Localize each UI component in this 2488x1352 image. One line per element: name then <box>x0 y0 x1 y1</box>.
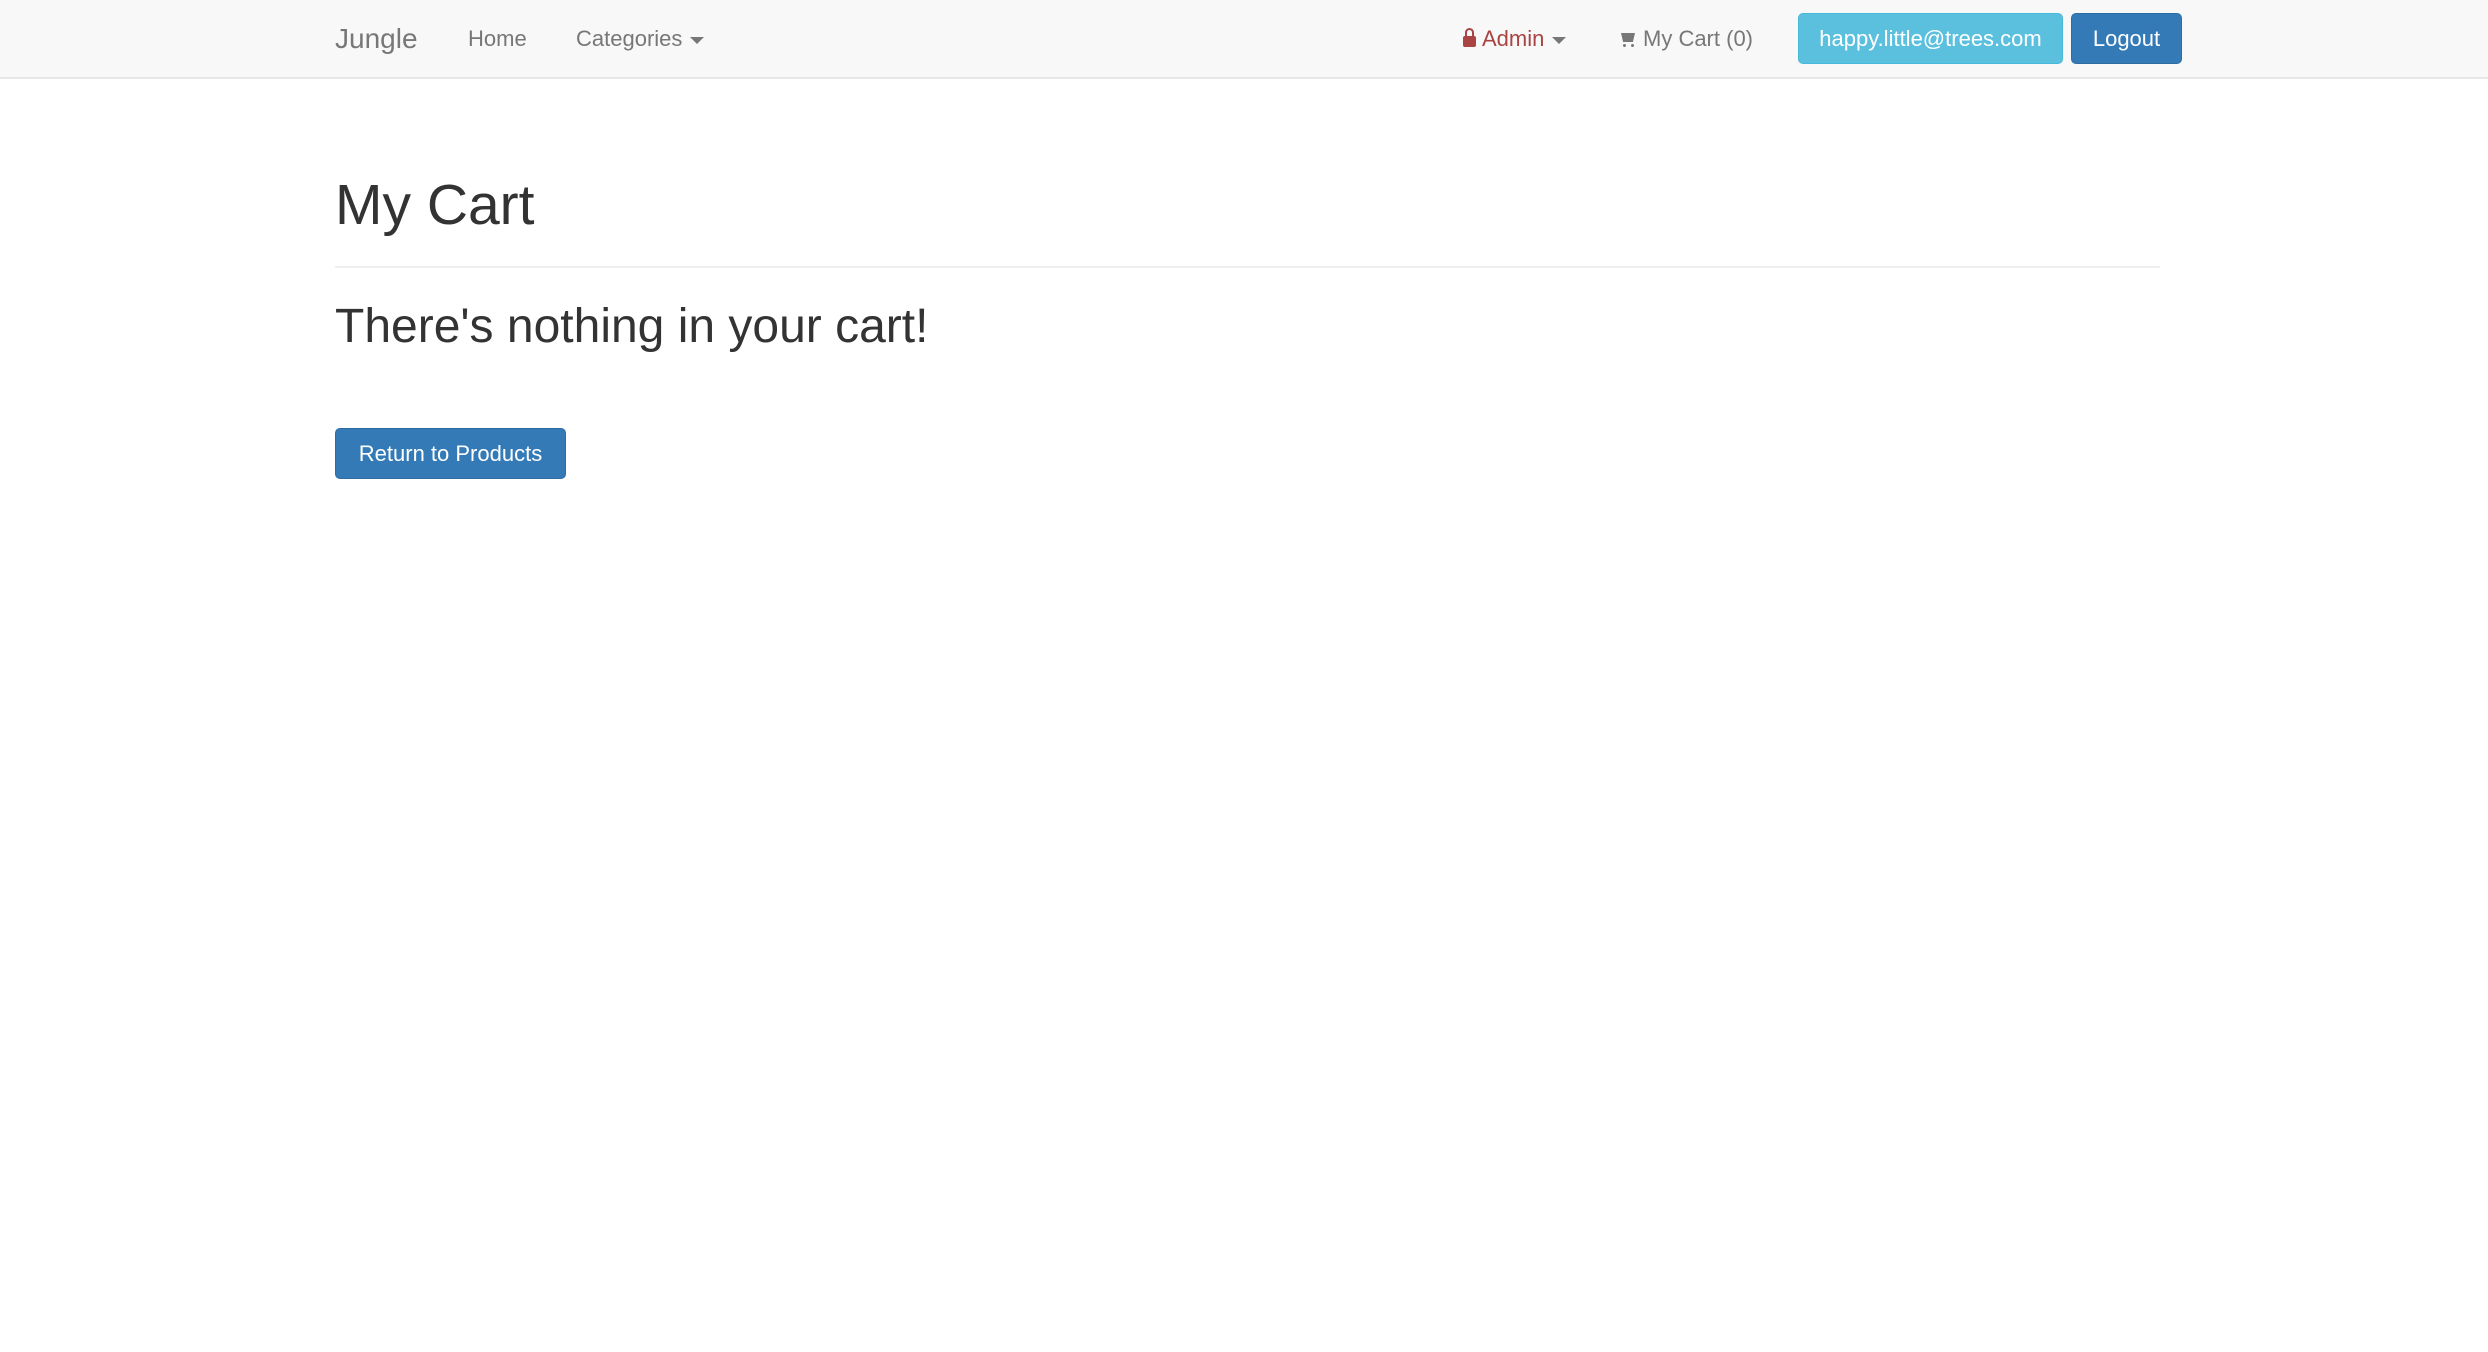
brand-link[interactable]: Jungle <box>335 0 418 78</box>
logout-button[interactable]: Logout <box>2071 13 2182 64</box>
cart-label: My Cart (0) <box>1643 26 1753 51</box>
categories-label: Categories <box>576 26 683 51</box>
navbar: Jungle Home Categories Admin My Cart (0)… <box>0 0 2488 79</box>
shopping-cart-icon <box>1619 33 1637 47</box>
caret-down-icon <box>1552 36 1567 44</box>
nav-home[interactable]: Home <box>468 0 527 78</box>
lock-icon <box>1463 28 1476 47</box>
empty-cart-message: There's nothing in your cart! <box>335 300 929 353</box>
page-title: My Cart <box>335 173 535 237</box>
user-email-button[interactable]: happy.little@trees.com <box>1798 13 2063 64</box>
caret-down-icon <box>690 36 705 44</box>
nav-admin-dropdown[interactable]: Admin <box>1463 0 1567 78</box>
nav-categories-dropdown[interactable]: Categories <box>576 0 705 78</box>
admin-label: Admin <box>1482 26 1545 51</box>
divider <box>335 266 2160 268</box>
return-to-products-button[interactable]: Return to Products <box>335 428 566 479</box>
nav-my-cart[interactable]: My Cart (0) <box>1619 0 1753 78</box>
